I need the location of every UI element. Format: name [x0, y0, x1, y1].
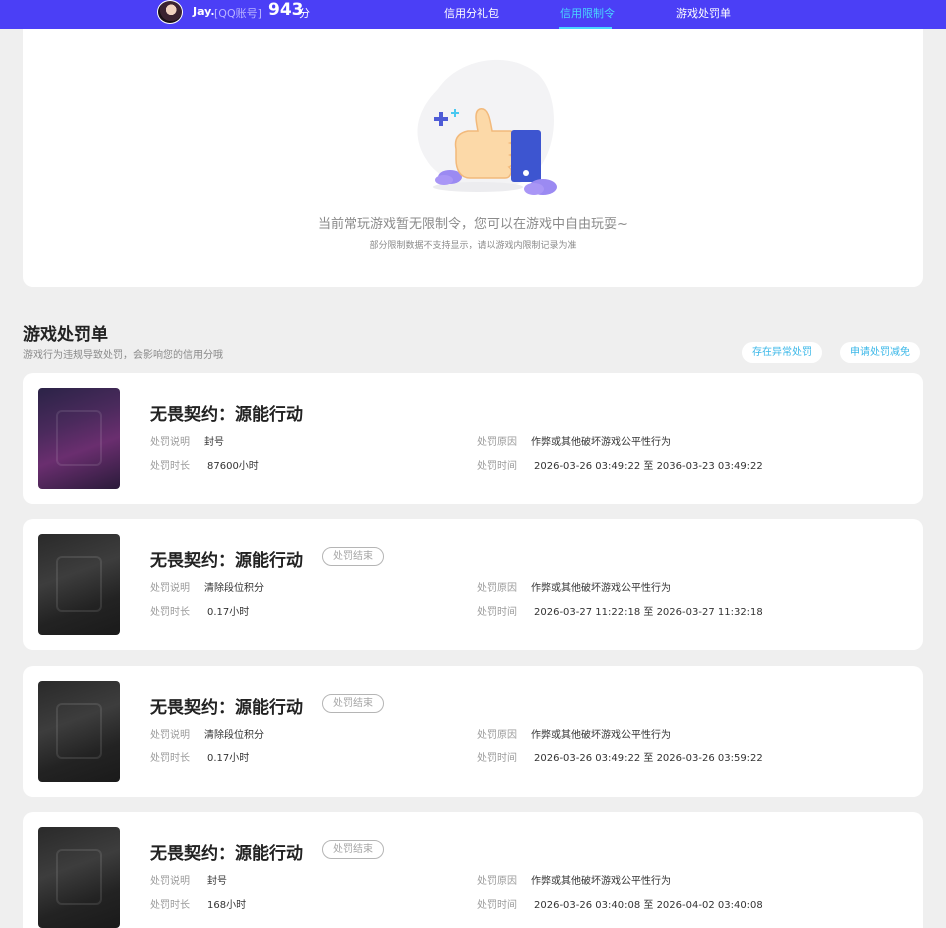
- nav-credit-restriction[interactable]: 信用限制令: [560, 5, 615, 21]
- punishment-time-label: 处罚时间: [477, 900, 517, 911]
- punishment-time-value: 2026-03-26 03:49:22 至 2036-03-23 03:49:2…: [534, 461, 763, 472]
- punishment-ended-badge: 处罚结束: [322, 840, 384, 859]
- punishment-duration-label: 处罚时长: [150, 900, 190, 911]
- punishment-card[interactable]: 无畏契约：源能行动 处罚结束 处罚说明 清除段位积分 处罚时长 0.17小时 处…: [23, 519, 923, 650]
- punishment-duration-label: 处罚时长: [150, 607, 190, 618]
- nav-credit-gift[interactable]: 信用分礼包: [444, 5, 499, 21]
- punishment-desc-value: 封号: [204, 437, 224, 448]
- game-name: 无畏契约：源能行动: [150, 844, 303, 864]
- restriction-status-card: 当前常玩游戏暂无限制令，您可以在游戏中自由玩耍~ 部分限制数据不支持显示，请以游…: [23, 29, 923, 287]
- punishment-desc-value: 清除段位积分: [204, 730, 264, 741]
- nav-game-punishment[interactable]: 游戏处罚单: [676, 5, 731, 21]
- punishment-card[interactable]: 无畏契约：源能行动 处罚结束 处罚说明 清除段位积分 处罚时长 0.17小时 处…: [23, 666, 923, 797]
- punishment-time-label: 处罚时间: [477, 753, 517, 764]
- punishment-reason-label: 处罚原因: [477, 876, 517, 887]
- user-name: Jay.: [193, 5, 215, 18]
- user-avatar[interactable]: [157, 0, 183, 24]
- game-cover-image: [38, 827, 120, 928]
- punishment-desc-value: 清除段位积分: [204, 583, 264, 594]
- punishment-desc-label: 处罚说明: [150, 876, 190, 887]
- game-name: 无畏契约：源能行动: [150, 405, 303, 425]
- game-cover-image: [38, 534, 120, 635]
- punishment-reason-value: 作弊或其他破坏游戏公平性行为: [531, 730, 671, 741]
- punishment-ended-badge: 处罚结束: [322, 547, 384, 566]
- punishment-ended-badge: 处罚结束: [322, 694, 384, 713]
- punishment-reason-value: 作弊或其他破坏游戏公平性行为: [531, 876, 671, 887]
- punishment-time-value: 2026-03-26 03:40:08 至 2026-04-02 03:40:0…: [534, 900, 763, 911]
- punishment-card[interactable]: 无畏契约：源能行动 处罚说明 封号 处罚时长 87600小时 处罚原因 作弊或其…: [23, 373, 923, 504]
- top-bar: Jay. [QQ账号] 943 分 信用分礼包 信用限制令 游戏处罚单: [0, 0, 946, 29]
- punishment-time-value: 2026-03-26 03:49:22 至 2026-03-26 03:59:2…: [534, 753, 763, 764]
- section-title: 游戏处罚单: [23, 325, 108, 345]
- punishment-duration-value: 0.17小时: [207, 753, 250, 764]
- credit-score-unit: 分: [299, 7, 310, 20]
- punishment-reason-label: 处罚原因: [477, 730, 517, 741]
- punishment-time-value: 2026-03-27 11:22:18 至 2026-03-27 11:32:1…: [534, 607, 763, 618]
- thumbs-up-illustration: [417, 59, 557, 195]
- punishment-desc-value: 封号: [207, 876, 227, 887]
- punishment-reason-label: 处罚原因: [477, 437, 517, 448]
- punishment-reason-value: 作弊或其他破坏游戏公平性行为: [531, 583, 671, 594]
- game-cover-image: [38, 681, 120, 782]
- punishment-time-label: 处罚时间: [477, 607, 517, 618]
- report-abnormal-punishment-button[interactable]: 存在异常处罚: [742, 342, 822, 363]
- punishment-desc-label: 处罚说明: [150, 437, 190, 448]
- punishment-duration-value: 87600小时: [207, 461, 259, 472]
- punishment-card[interactable]: 无畏契约：源能行动 处罚结束 处罚说明 封号 处罚时长 168小时 处罚原因 作…: [23, 812, 923, 928]
- punishment-desc-label: 处罚说明: [150, 730, 190, 741]
- restriction-note: 部分限制数据不支持显示，请以游戏内限制记录为准: [369, 241, 577, 251]
- game-cover-image: [38, 388, 120, 489]
- no-restriction-message: 当前常玩游戏暂无限制令，您可以在游戏中自由玩耍~: [318, 217, 628, 232]
- punishment-reason-label: 处罚原因: [477, 583, 517, 594]
- section-description: 游戏行为违规导致处罚，会影响您的信用分哦: [23, 350, 223, 361]
- punishment-desc-label: 处罚说明: [150, 583, 190, 594]
- game-name: 无畏契约：源能行动: [150, 698, 303, 718]
- account-type: [QQ账号]: [214, 7, 262, 20]
- apply-punishment-reduction-button[interactable]: 申请处罚减免: [840, 342, 920, 363]
- punishment-reason-value: 作弊或其他破坏游戏公平性行为: [531, 437, 671, 448]
- punishment-duration-value: 168小时: [207, 900, 247, 911]
- game-name: 无畏契约：源能行动: [150, 551, 303, 571]
- punishment-time-label: 处罚时间: [477, 461, 517, 472]
- punishment-duration-label: 处罚时长: [150, 753, 190, 764]
- punishment-duration-label: 处罚时长: [150, 461, 190, 472]
- punishment-duration-value: 0.17小时: [207, 607, 250, 618]
